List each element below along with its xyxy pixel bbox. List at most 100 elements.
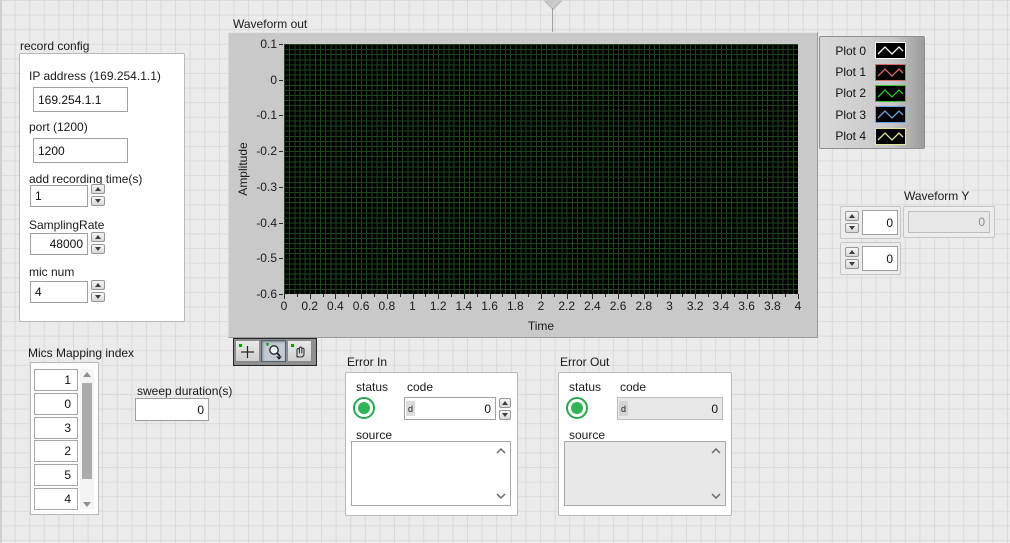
record-config-group-label: record config	[20, 39, 89, 53]
y-tick-label: -0.5	[231, 251, 277, 265]
sampling-rate-stepper[interactable]	[91, 232, 105, 254]
index-top-stepper[interactable]	[845, 211, 859, 233]
increment-icon[interactable]	[499, 398, 511, 408]
scroll-up-icon[interactable]	[80, 369, 94, 379]
array-element-field[interactable]: 3	[34, 417, 78, 439]
error-in-code-label: code	[407, 380, 433, 394]
array-element-field[interactable]: 2	[34, 440, 78, 462]
pan-tool-button[interactable]	[287, 340, 312, 362]
sampling-rate-field[interactable]: 48000	[30, 233, 88, 255]
x-tick-mark	[644, 294, 645, 299]
legend-item-label: Plot 0	[820, 44, 866, 58]
legend-item[interactable]: Plot 2	[820, 83, 924, 104]
increment-icon[interactable]	[845, 247, 859, 257]
x-minor-tick-mark	[400, 294, 401, 297]
array-element-field[interactable]: 1	[34, 369, 78, 391]
x-tick-mark	[284, 294, 285, 299]
scrollbar-thumb[interactable]	[82, 383, 92, 479]
splitter-line	[552, 8, 553, 33]
legend-item[interactable]: Plot 3	[820, 104, 924, 125]
x-minor-tick-mark	[734, 294, 735, 297]
scroll-down-icon[interactable]	[495, 492, 507, 500]
x-minor-tick-mark	[785, 294, 786, 297]
x-minor-tick-mark	[451, 294, 452, 297]
error-out-source-label: source	[569, 428, 605, 442]
y-tick-mark	[279, 44, 283, 45]
port-field[interactable]: 1200	[33, 138, 128, 163]
sweep-duration-field[interactable]: 0	[135, 398, 209, 421]
decrement-icon[interactable]	[91, 292, 105, 302]
x-minor-tick-mark	[631, 294, 632, 297]
index-bottom-field[interactable]: 0	[862, 246, 898, 271]
legend-item[interactable]: Plot 1	[820, 61, 924, 82]
error-out-code-radix: d	[619, 401, 628, 416]
error-in-status-led[interactable]	[353, 397, 375, 419]
array-scrollbar[interactable]	[80, 369, 94, 509]
graph-palette[interactable]	[233, 338, 317, 366]
legend-item[interactable]: Plot 0	[820, 40, 924, 61]
increment-icon[interactable]	[91, 232, 105, 242]
waveform-y-value: 0	[908, 211, 990, 233]
error-out-status-led[interactable]	[566, 397, 588, 419]
scroll-down-icon[interactable]	[80, 499, 94, 509]
index-top-field[interactable]: 0	[862, 210, 898, 235]
error-out-group-label: Error Out	[560, 355, 609, 369]
index-bottom-stepper[interactable]	[845, 247, 859, 269]
error-in-code-stepper[interactable]	[499, 398, 511, 420]
scroll-up-icon[interactable]	[495, 447, 507, 455]
error-in-code-radix[interactable]: d	[406, 401, 415, 416]
mic-num-stepper[interactable]	[91, 280, 105, 302]
decrement-icon[interactable]	[499, 410, 511, 420]
x-tick-mark	[541, 294, 542, 299]
plot-legend[interactable]: Plot 0 Plot 1 Plot 2 Plot 3 Plot 4	[819, 36, 925, 149]
chart-title: Waveform out	[233, 17, 307, 31]
increment-icon[interactable]	[91, 280, 105, 290]
x-minor-tick-mark	[682, 294, 683, 297]
array-element-field[interactable]: 0	[34, 393, 78, 415]
waveform-y-index-top: 0	[840, 206, 901, 239]
legend-plot-swatch-icon[interactable]	[875, 128, 906, 145]
recording-time-field[interactable]: 1	[30, 185, 88, 207]
legend-plot-swatch-icon[interactable]	[875, 85, 906, 102]
mic-num-field[interactable]: 4	[30, 281, 88, 303]
x-minor-tick-mark	[528, 294, 529, 297]
waveform-chart[interactable]: Amplitude Time 0.10-0.1-0.2-0.3-0.4-0.5-…	[228, 32, 818, 338]
legend-plot-swatch-icon[interactable]	[875, 106, 906, 123]
array-element-field[interactable]: 5	[34, 464, 78, 486]
error-in-cluster: status code 0 d source	[345, 372, 518, 516]
array-element-field[interactable]: 4	[34, 488, 78, 510]
x-tick-label: 4	[783, 299, 813, 313]
decrement-icon[interactable]	[845, 259, 859, 269]
error-in-source-field[interactable]	[351, 441, 511, 506]
x-tick-mark	[772, 294, 773, 299]
legend-item[interactable]: Plot 4	[820, 126, 924, 147]
sampling-rate-label: SamplingRate	[29, 218, 104, 232]
increment-icon[interactable]	[845, 211, 859, 221]
decrement-icon[interactable]	[91, 196, 105, 206]
crosshair-icon	[238, 343, 257, 359]
error-out-cluster: status code 0 d source	[558, 372, 732, 516]
waveform-y-label: Waveform Y	[904, 189, 969, 203]
scroll-down-icon[interactable]	[710, 492, 722, 500]
x-minor-tick-mark	[425, 294, 426, 297]
y-tick-mark	[279, 187, 283, 188]
splitter-handle-icon[interactable]	[544, 0, 562, 9]
error-in-group-label: Error In	[347, 355, 387, 369]
ip-address-field[interactable]: 169.254.1.1	[33, 87, 128, 112]
legend-plot-swatch-icon[interactable]	[875, 64, 906, 81]
decrement-icon[interactable]	[845, 223, 859, 233]
y-tick-label: 0	[231, 73, 277, 87]
recording-time-stepper[interactable]	[91, 184, 105, 206]
legend-plot-swatch-icon[interactable]	[875, 42, 906, 59]
cursor-tool-button[interactable]	[235, 340, 260, 362]
x-minor-tick-mark	[657, 294, 658, 297]
scroll-up-icon[interactable]	[710, 447, 722, 455]
x-minor-tick-mark	[708, 294, 709, 297]
x-minor-tick-mark	[554, 294, 555, 297]
zoom-tool-button[interactable]	[261, 340, 286, 362]
increment-icon[interactable]	[91, 184, 105, 194]
led-core	[571, 402, 583, 414]
decrement-icon[interactable]	[91, 244, 105, 254]
plot-area[interactable]	[284, 44, 798, 294]
error-in-code-field[interactable]: 0	[404, 397, 496, 420]
